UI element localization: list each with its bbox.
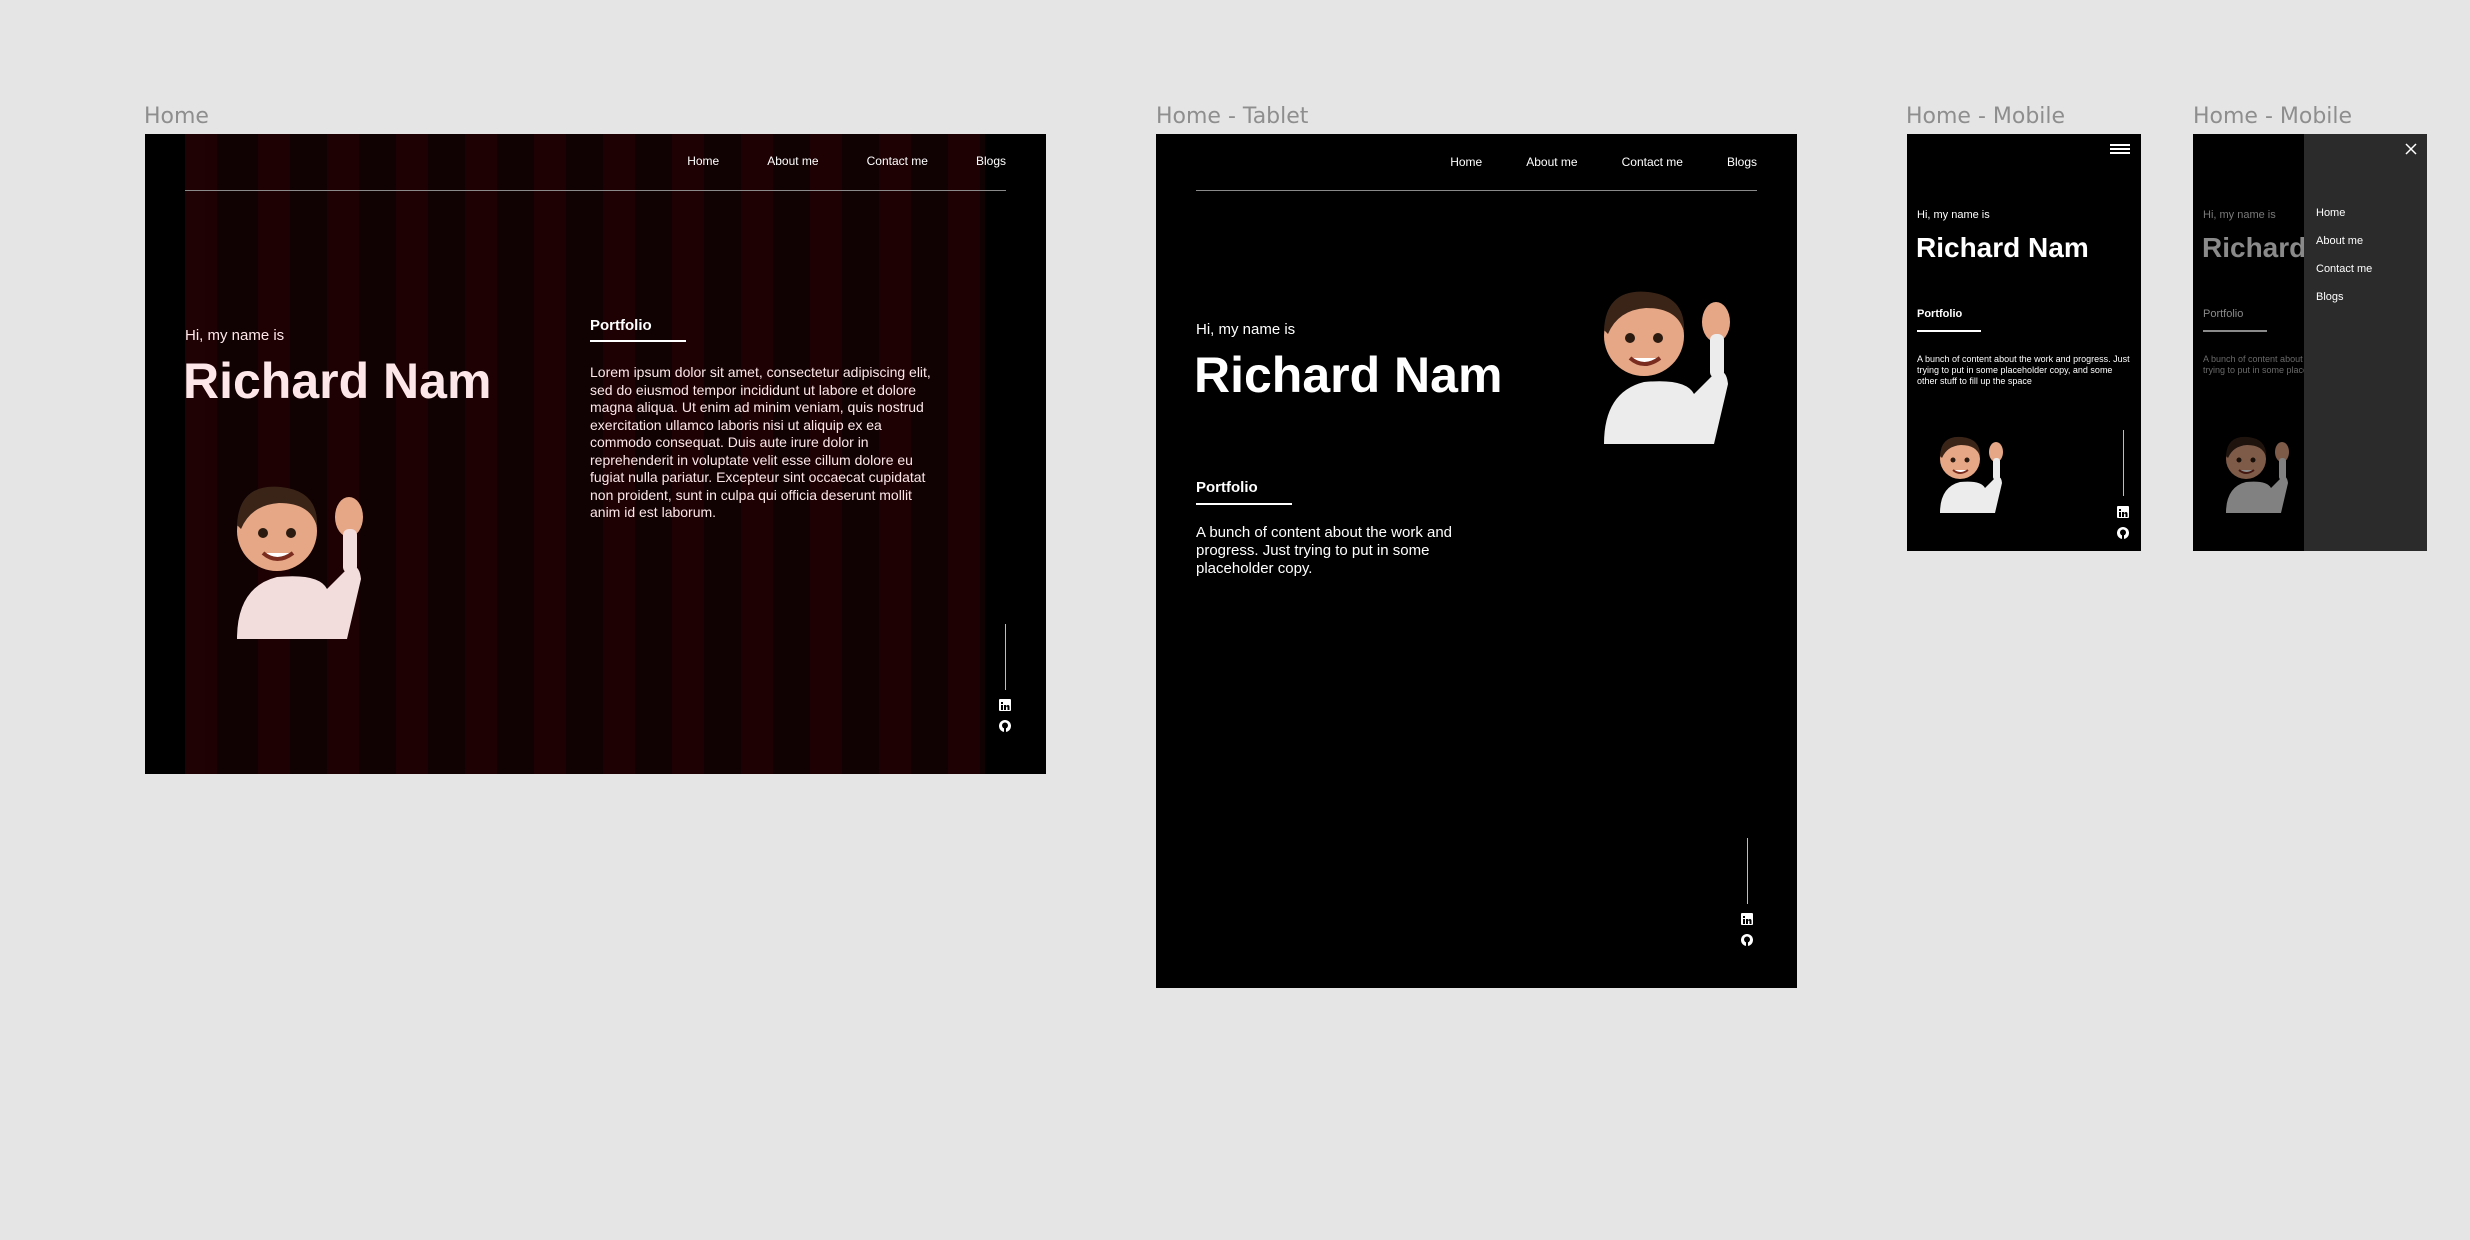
- nav-contact-me[interactable]: Contact me: [1622, 155, 1683, 169]
- portfolio-body: A bunch of content about the work and pr…: [1196, 524, 1453, 577]
- portfolio-body: Lorem ipsum dolor sit amet, consectetur …: [590, 364, 931, 520]
- portfolio-heading[interactable]: Portfolio: [590, 317, 652, 334]
- frame-label-mobile: Home - Mobile: [1906, 104, 2066, 129]
- greeting: Hi, my name is: [1196, 321, 1296, 338]
- menu-item-home[interactable]: Home: [2316, 207, 2345, 219]
- social-divider: [1747, 838, 1748, 904]
- nav-contact-me[interactable]: Contact me: [867, 154, 928, 168]
- portfolio-body: A bunch of content about the work and pr…: [1917, 354, 2130, 386]
- linkedin-icon[interactable]: [999, 699, 1011, 711]
- desktop-frame: Home About me Contact me Blogs Hi, my na…: [145, 134, 1046, 774]
- github-icon[interactable]: [1741, 933, 1753, 946]
- github-icon[interactable]: [2117, 526, 2129, 539]
- avatar: [1931, 428, 2011, 513]
- tablet-frame: Home About me Contact me Blogs Hi, my na…: [1156, 134, 1797, 988]
- avatar: [219, 469, 379, 639]
- menu-item-blogs[interactable]: Blogs: [2316, 291, 2344, 303]
- nav-home[interactable]: Home: [687, 154, 719, 168]
- hamburger-icon[interactable]: [2110, 144, 2130, 154]
- portfolio-underline: [1196, 503, 1292, 505]
- avatar: [1586, 274, 1746, 444]
- menu-drawer: Home About me Contact me Blogs: [2304, 134, 2427, 551]
- mobile-menu-frame: Hi, my name is Richard Nam Portfolio A b…: [2193, 134, 2427, 551]
- hero-name: Richard Nam: [1916, 232, 2089, 263]
- social-divider: [2123, 430, 2124, 496]
- frame-label-desktop: Home: [144, 104, 209, 129]
- nav-blogs[interactable]: Blogs: [976, 154, 1006, 168]
- avatar: [2217, 428, 2297, 513]
- mobile-frame: Hi, my name is Richard Nam Portfolio A b…: [1907, 134, 2141, 551]
- nav-blogs[interactable]: Blogs: [1727, 155, 1757, 169]
- greeting: Hi, my name is: [2203, 209, 2276, 221]
- linkedin-icon[interactable]: [2117, 506, 2129, 518]
- linkedin-icon[interactable]: [1741, 913, 1753, 925]
- portfolio-heading[interactable]: Portfolio: [1196, 479, 1258, 496]
- hero-name: Richard Nam: [1194, 347, 1503, 403]
- menu-item-about-me[interactable]: About me: [2316, 235, 2363, 247]
- portfolio-underline: [1917, 330, 1981, 332]
- nav-divider: [1196, 190, 1757, 191]
- nav-divider: [185, 190, 1006, 191]
- portfolio-heading[interactable]: Portfolio: [1917, 308, 1962, 320]
- top-nav: Home About me Contact me Blogs: [687, 154, 1006, 168]
- top-nav: Home About me Contact me Blogs: [1450, 155, 1757, 169]
- github-icon[interactable]: [999, 719, 1011, 732]
- social-divider: [1005, 624, 1006, 690]
- greeting: Hi, my name is: [1917, 209, 1990, 221]
- greeting: Hi, my name is: [185, 327, 285, 344]
- nav-about-me[interactable]: About me: [1526, 155, 1577, 169]
- menu-item-contact-me[interactable]: Contact me: [2316, 263, 2372, 275]
- hero-name: Richard Nam: [183, 353, 492, 409]
- frame-label-mobile-menu: Home - Mobile: [2193, 104, 2353, 129]
- close-icon[interactable]: [2405, 142, 2417, 155]
- portfolio-underline: [2203, 330, 2267, 332]
- portfolio-underline: [590, 340, 686, 342]
- nav-about-me[interactable]: About me: [767, 154, 818, 168]
- frame-label-tablet: Home - Tablet: [1156, 104, 1309, 129]
- portfolio-heading: Portfolio: [2203, 308, 2244, 320]
- nav-home[interactable]: Home: [1450, 155, 1482, 169]
